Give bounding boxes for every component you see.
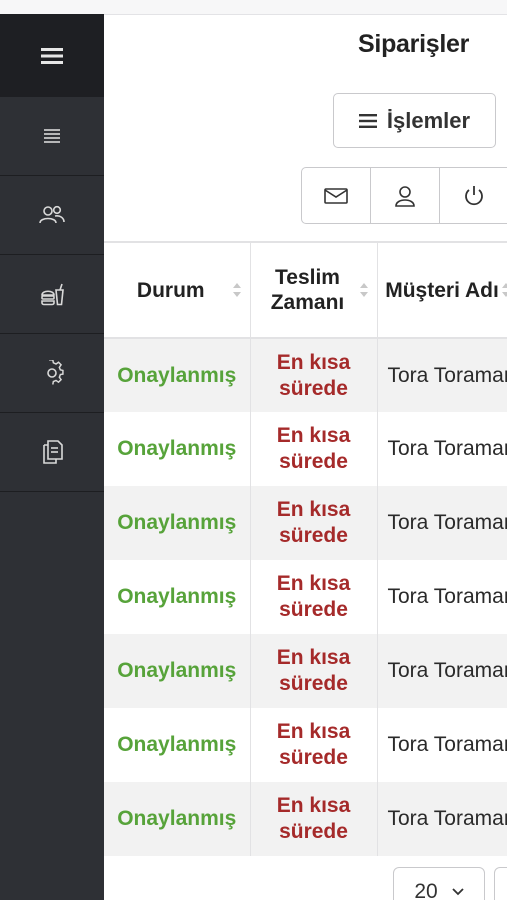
user-icon (395, 185, 415, 207)
delivery-time-cell: En kısa süredе (250, 486, 378, 560)
page-title: Siparişler (358, 30, 469, 58)
status-cell: Onaylanmış (104, 708, 251, 782)
actions-button[interactable]: İşlemler (333, 93, 496, 148)
sidebar-item-reports[interactable] (0, 413, 104, 492)
orders-table: Durum Teslim Zamanı Müşteri Adı Onaylanm… (104, 241, 507, 856)
profile-button[interactable] (371, 168, 440, 223)
delivery-time-cell: En kısa süredе (250, 782, 378, 856)
top-bar (0, 0, 507, 15)
customer-name-cell: Tora Toraman (377, 486, 507, 560)
logout-button[interactable] (440, 168, 507, 223)
status-cell: Onaylanmış (104, 560, 251, 634)
customer-name-cell: Tora Toraman (377, 560, 507, 634)
chevron-down-icon (452, 888, 464, 896)
users-icon (39, 205, 65, 224)
table-row[interactable]: Onaylanmış En kısa süredе Tora Toraman (104, 708, 507, 782)
page-size-select[interactable]: 20 (393, 867, 485, 900)
menu-icon (358, 113, 377, 128)
customer-name-cell: Tora Toraman (377, 634, 507, 708)
table-row[interactable]: Onaylanmış En kısa süredе Tora Toraman (104, 782, 507, 856)
table-row[interactable]: Onaylanmış En kısa süredе Tora Toraman (104, 412, 507, 486)
status-cell: Onaylanmış (104, 486, 251, 560)
sidebar-item-menu[interactable] (0, 255, 104, 334)
power-icon (465, 185, 483, 205)
page-size-value: 20 (414, 880, 438, 900)
food-icon (41, 283, 64, 306)
delivery-time-cell: En kısa süredе (250, 634, 378, 708)
main-content: Siparişler İşlemler Durum Teslim Zamanı … (104, 14, 507, 900)
customer-name-cell: Tora Toraman (377, 412, 507, 486)
table-row[interactable]: Onaylanmış En kısa süredе Tora Toraman (104, 560, 507, 634)
sidebar-toggle-button[interactable] (0, 14, 104, 97)
actions-button-label: İşlemler (386, 107, 471, 133)
table-header-row: Durum Teslim Zamanı Müşteri Adı (104, 242, 507, 338)
status-cell: Onaylanmış (104, 634, 251, 708)
sort-icon (359, 283, 368, 297)
list-icon (44, 129, 60, 143)
customer-name-cell: Tora Toraman (377, 338, 507, 412)
status-cell: Onaylanmış (104, 412, 251, 486)
status-cell: Onaylanmış (104, 782, 251, 856)
sidebar (0, 14, 104, 900)
delivery-time-cell: En kısa süredе (250, 560, 378, 634)
table-row[interactable]: Onaylanmış En kısa süredе Tora Toraman (104, 486, 507, 560)
delivery-time-cell: En kısa süredе (250, 708, 378, 782)
gear-icon (47, 360, 64, 385)
sidebar-item-orders[interactable] (0, 97, 104, 176)
column-header-status[interactable]: Durum (104, 242, 251, 338)
toolbar-icon-group (301, 167, 507, 224)
pagination-button[interactable] (494, 867, 507, 900)
documents-icon (43, 440, 63, 464)
delivery-time-cell: En kısa süredе (250, 338, 378, 412)
customer-name-cell: Tora Toraman (377, 708, 507, 782)
table-row[interactable]: Onaylanmış En kısa süredе Tora Toraman (104, 634, 507, 708)
table-row[interactable]: Onaylanmış En kısa süredе Tora Toraman (104, 338, 507, 412)
mail-icon (324, 187, 348, 204)
column-header-delivery-time[interactable]: Teslim Zamanı (250, 242, 378, 338)
mail-button[interactable] (302, 168, 371, 223)
column-header-customer-name[interactable]: Müşteri Adı (377, 242, 507, 338)
delivery-time-cell: En kısa süredе (250, 412, 378, 486)
status-cell: Onaylanmış (104, 338, 251, 412)
sort-icon (232, 283, 241, 297)
sidebar-item-customers[interactable] (0, 176, 104, 255)
sidebar-item-settings[interactable] (0, 334, 104, 413)
hamburger-icon (41, 47, 63, 64)
sort-icon (501, 283, 507, 297)
customer-name-cell: Tora Toraman (377, 782, 507, 856)
